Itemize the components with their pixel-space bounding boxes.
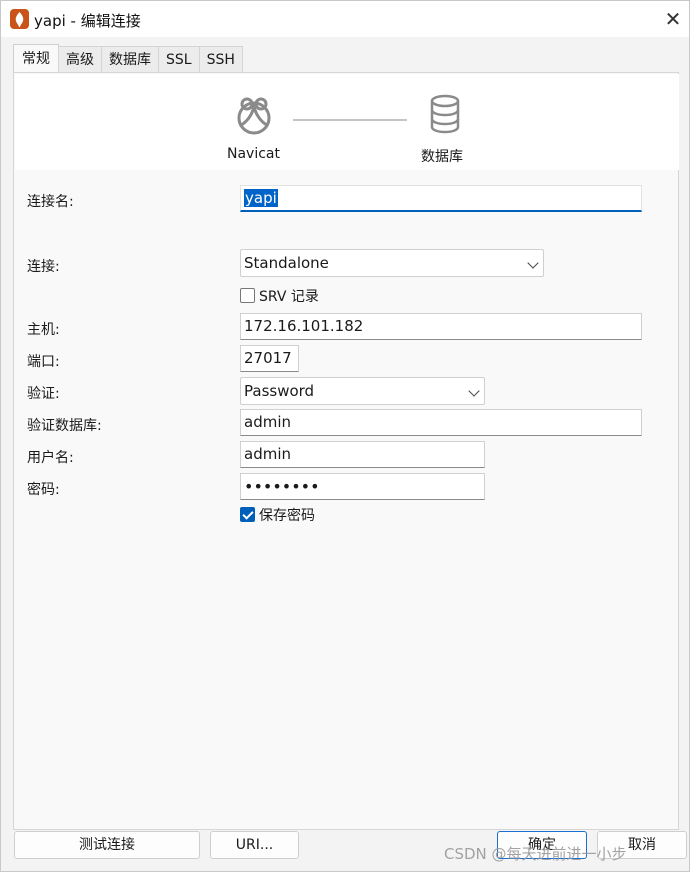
connection-type-select[interactable]: Standalone [240,249,544,277]
connector-line [293,119,407,121]
close-icon[interactable]: ✕ [661,7,685,31]
host-label: 主机: [27,322,60,338]
srv-record-checkbox[interactable] [240,288,255,303]
save-password-label: 保存密码 [259,508,315,524]
chevron-down-icon [468,385,480,397]
connection-name-value: yapi [244,189,278,207]
auth-value: Password [244,382,315,400]
tab-ssh[interactable]: SSH [198,46,243,72]
auth-database-label: 验证数据库: [27,418,102,434]
save-password-checkbox[interactable] [240,507,255,522]
test-connection-button[interactable]: 测试连接 [14,831,200,859]
srv-record-label: SRV 记录 [259,289,319,305]
title-bar: yapi - 编辑连接 ✕ [1,1,689,37]
navicat-mongodb-icon [10,9,29,29]
window-title: yapi - 编辑连接 [34,12,141,30]
tab-advanced[interactable]: 高级 [58,46,102,72]
watermark: CSDN @每天进前进一小步 [444,845,627,863]
password-label: 密码: [27,482,60,498]
general-panel: Navicat 数据库 连接名: yapi 连接: Standalone SRV… [13,72,679,830]
connection-name-input[interactable]: yapi [240,185,642,212]
chevron-down-icon [527,257,539,269]
host-input[interactable]: 172.16.101.182 [240,313,642,340]
auth-database-input[interactable]: admin [240,409,642,436]
navicat-label: Navicat [227,146,280,162]
tab-ssl[interactable]: SSL [158,46,200,72]
navicat-logo-icon [233,95,275,141]
database-label: 数据库 [421,149,463,165]
uri-button[interactable]: URI... [210,831,299,859]
username-input[interactable]: admin [240,441,485,468]
password-input[interactable]: •••••••• [240,473,485,500]
port-input[interactable]: 27017 [240,345,299,372]
connection-banner: Navicat 数据库 [15,74,679,170]
tab-general[interactable]: 常规 [13,44,59,72]
connection-name-label: 连接名: [27,194,74,210]
connection-type-value: Standalone [244,254,329,272]
port-label: 端口: [27,354,60,370]
auth-select[interactable]: Password [240,377,485,405]
username-label: 用户名: [27,450,74,466]
edit-connection-dialog: yapi - 编辑连接 ✕ 常规 高级 数据库 SSL SSH Navicat … [0,0,690,872]
tab-database[interactable]: 数据库 [101,46,159,72]
tab-bar: 常规 高级 数据库 SSL SSH [13,44,243,72]
auth-label: 验证: [27,386,60,402]
database-icon [429,94,461,138]
connection-type-label: 连接: [27,259,60,275]
